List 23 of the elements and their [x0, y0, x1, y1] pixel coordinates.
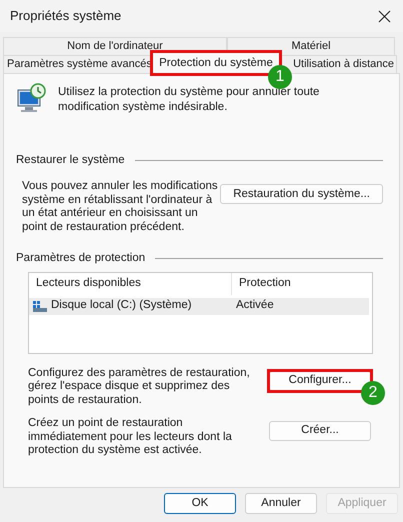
- action-description: Configurez des paramètres de restauration, gérez l'espace disque et supprimez des points de restauration.: [28, 366, 251, 407]
- drive-row[interactable]: Disque local (C:) (Système) Activée: [29, 298, 369, 314]
- action-description: Créez un point de restauration immédiatement pour les lecteurs dont la protection du système est activée.: [28, 417, 233, 458]
- group-title: Paramètres de protection: [16, 251, 146, 266]
- callout-badge: 2: [361, 380, 385, 404]
- close-icon: [378, 10, 390, 22]
- column-header[interactable]: Protection: [232, 272, 372, 294]
- create-button[interactable]: Créer...: [269, 421, 371, 441]
- computer-restore-icon: [16, 82, 48, 114]
- system-restore-button[interactable]: Restauration du système...: [220, 184, 383, 204]
- restore-description: Vous pouvez annuler les modifications système en rétablissant l'ordinateur à un état antérieur en choisissant un point de restauration précédent.: [22, 180, 219, 234]
- column-header[interactable]: Lecteurs disponibles: [29, 272, 232, 294]
- protection-status: Activée: [235, 298, 274, 314]
- tab[interactable]: Utilisation à distance: [280, 55, 397, 73]
- group-title: Restaurer le système: [16, 153, 125, 168]
- cancel-button[interactable]: Annuler: [245, 493, 317, 514]
- ok-button[interactable]: OK: [164, 493, 236, 514]
- drive-icon: [33, 300, 47, 312]
- tab[interactable]: Matériel: [227, 37, 395, 55]
- drive-name: Disque local (C:) (Système): [51, 298, 192, 314]
- tab[interactable]: Nom de l'ordinateur: [3, 37, 227, 55]
- window-title: Propriétés système: [10, 7, 122, 26]
- tab[interactable]: Paramètres système avancés: [3, 55, 152, 73]
